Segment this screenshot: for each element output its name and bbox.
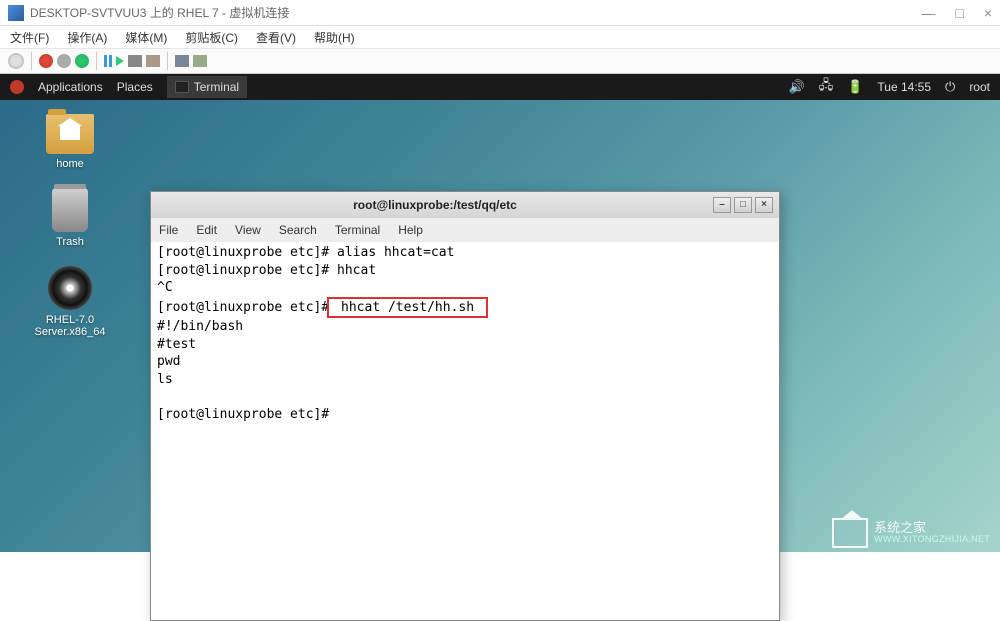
term-menu-view[interactable]: View <box>235 223 261 237</box>
term-menu-edit[interactable]: Edit <box>196 223 217 237</box>
active-app-label: Terminal <box>194 80 239 94</box>
pause-icon[interactable] <box>104 55 112 67</box>
disc-icon[interactable]: RHEL-7.0 Server.x86_64 <box>20 266 120 338</box>
hyperv-titlebar: DESKTOP-SVTVUU3 上的 RHEL 7 - 虚拟机连接 — □ × <box>0 0 1000 26</box>
start-icon[interactable] <box>116 56 124 66</box>
terminal-minimize-button[interactable]: – <box>713 197 731 213</box>
menu-clipboard[interactable]: 剪贴板(C) <box>185 29 238 46</box>
terminal-title: root@linuxprobe:/test/qq/etc <box>157 198 713 212</box>
topbar-right: 🔊 🖧 🔋 Tue 14:55 ⏻ root <box>789 76 990 98</box>
watermark-logo-icon <box>832 518 868 548</box>
watermark-name: 系统之家 <box>874 521 990 535</box>
term-menu-terminal[interactable]: Terminal <box>335 223 380 237</box>
menu-action[interactable]: 操作(A) <box>67 29 107 46</box>
menu-help[interactable]: 帮助(H) <box>314 29 355 46</box>
applications-menu[interactable]: Applications <box>38 80 103 94</box>
dvd-icon <box>48 266 92 310</box>
term-line: #test <box>157 337 196 352</box>
home-label: home <box>56 158 84 170</box>
term-line: pwd <box>157 354 180 369</box>
revert-icon[interactable] <box>146 55 160 67</box>
user-label[interactable]: root <box>969 80 990 94</box>
terminal-window-controls: – □ × <box>713 197 773 213</box>
enhanced-icon[interactable] <box>175 55 189 67</box>
close-button[interactable]: × <box>984 5 992 21</box>
separator <box>167 52 168 70</box>
gnome-desktop: Applications Places Terminal 🔊 🖧 🔋 Tue 1… <box>0 74 1000 552</box>
hyperv-menubar: 文件(F) 操作(A) 媒体(M) 剪贴板(C) 查看(V) 帮助(H) <box>0 26 1000 48</box>
battery-icon[interactable]: 🔋 <box>847 79 863 95</box>
terminal-maximize-button[interactable]: □ <box>734 197 752 213</box>
home-icon[interactable]: home <box>20 114 120 170</box>
term-prompt: [root@linuxprobe etc]# <box>157 300 329 315</box>
term-menu-file[interactable]: File <box>159 223 178 237</box>
disc-label: RHEL-7.0 Server.x86_64 <box>20 314 120 338</box>
term-line: [root@linuxprobe etc]# <box>157 407 337 422</box>
term-menu-search[interactable]: Search <box>279 223 317 237</box>
menu-view[interactable]: 查看(V) <box>256 29 296 46</box>
term-menu-help[interactable]: Help <box>398 223 423 237</box>
terminal-icon <box>175 81 189 93</box>
window-controls: — □ × <box>921 5 992 21</box>
activities-icon[interactable] <box>10 80 24 94</box>
checkpoint-icon[interactable] <box>128 55 142 67</box>
places-menu[interactable]: Places <box>117 80 153 94</box>
menu-file[interactable]: 文件(F) <box>10 29 49 46</box>
network-icon[interactable]: 🖧 <box>819 76 834 98</box>
term-line: [root@linuxprobe etc]# alias hhcat=cat <box>157 245 454 260</box>
trash-icon[interactable]: Trash <box>20 188 120 248</box>
hyperv-icon <box>8 5 24 21</box>
hyperv-title: DESKTOP-SVTVUU3 上的 RHEL 7 - 虚拟机连接 <box>30 4 921 21</box>
desktop-icons: home Trash RHEL-7.0 Server.x86_64 <box>20 114 120 338</box>
save-icon[interactable] <box>75 54 89 68</box>
term-line: [root@linuxprobe etc]# hhcat <box>157 263 376 278</box>
terminal-window[interactable]: root@linuxprobe:/test/qq/etc – □ × File … <box>150 191 780 621</box>
shutdown-icon[interactable] <box>57 54 71 68</box>
folder-icon <box>46 114 94 154</box>
trash-label: Trash <box>56 236 84 248</box>
separator <box>96 52 97 70</box>
highlighted-command: hhcat /test/hh.sh <box>327 297 488 319</box>
topbar-left: Applications Places Terminal <box>10 76 247 98</box>
term-line: ls <box>157 372 173 387</box>
watermark-url: WWW.XITONGZHIJIA.NET <box>874 535 990 545</box>
term-line: ^C <box>157 280 173 295</box>
turn-off-icon[interactable] <box>39 54 53 68</box>
trash-bin-icon <box>52 188 88 232</box>
minimize-button[interactable]: — <box>921 5 935 21</box>
maximize-button[interactable]: □ <box>955 5 963 21</box>
terminal-close-button[interactable]: × <box>755 197 773 213</box>
term-line: #!/bin/bash <box>157 319 243 334</box>
terminal-menubar: File Edit View Search Terminal Help <box>151 218 779 242</box>
volume-icon[interactable]: 🔊 <box>789 79 805 95</box>
watermark: 系统之家 WWW.XITONGZHIJIA.NET <box>832 518 990 548</box>
terminal-output[interactable]: [root@linuxprobe etc]# alias hhcat=cat [… <box>151 242 779 425</box>
terminal-titlebar[interactable]: root@linuxprobe:/test/qq/etc – □ × <box>151 192 779 218</box>
hyperv-toolbar <box>0 48 1000 74</box>
gnome-topbar: Applications Places Terminal 🔊 🖧 🔋 Tue 1… <box>0 74 1000 100</box>
active-app-terminal[interactable]: Terminal <box>167 76 247 98</box>
share-icon[interactable] <box>193 55 207 67</box>
clock[interactable]: Tue 14:55 <box>877 80 931 94</box>
power-icon[interactable]: ⏻ <box>945 79 955 95</box>
ctrl-alt-del-icon[interactable] <box>8 53 24 69</box>
menu-media[interactable]: 媒体(M) <box>125 29 167 46</box>
separator <box>31 52 32 70</box>
